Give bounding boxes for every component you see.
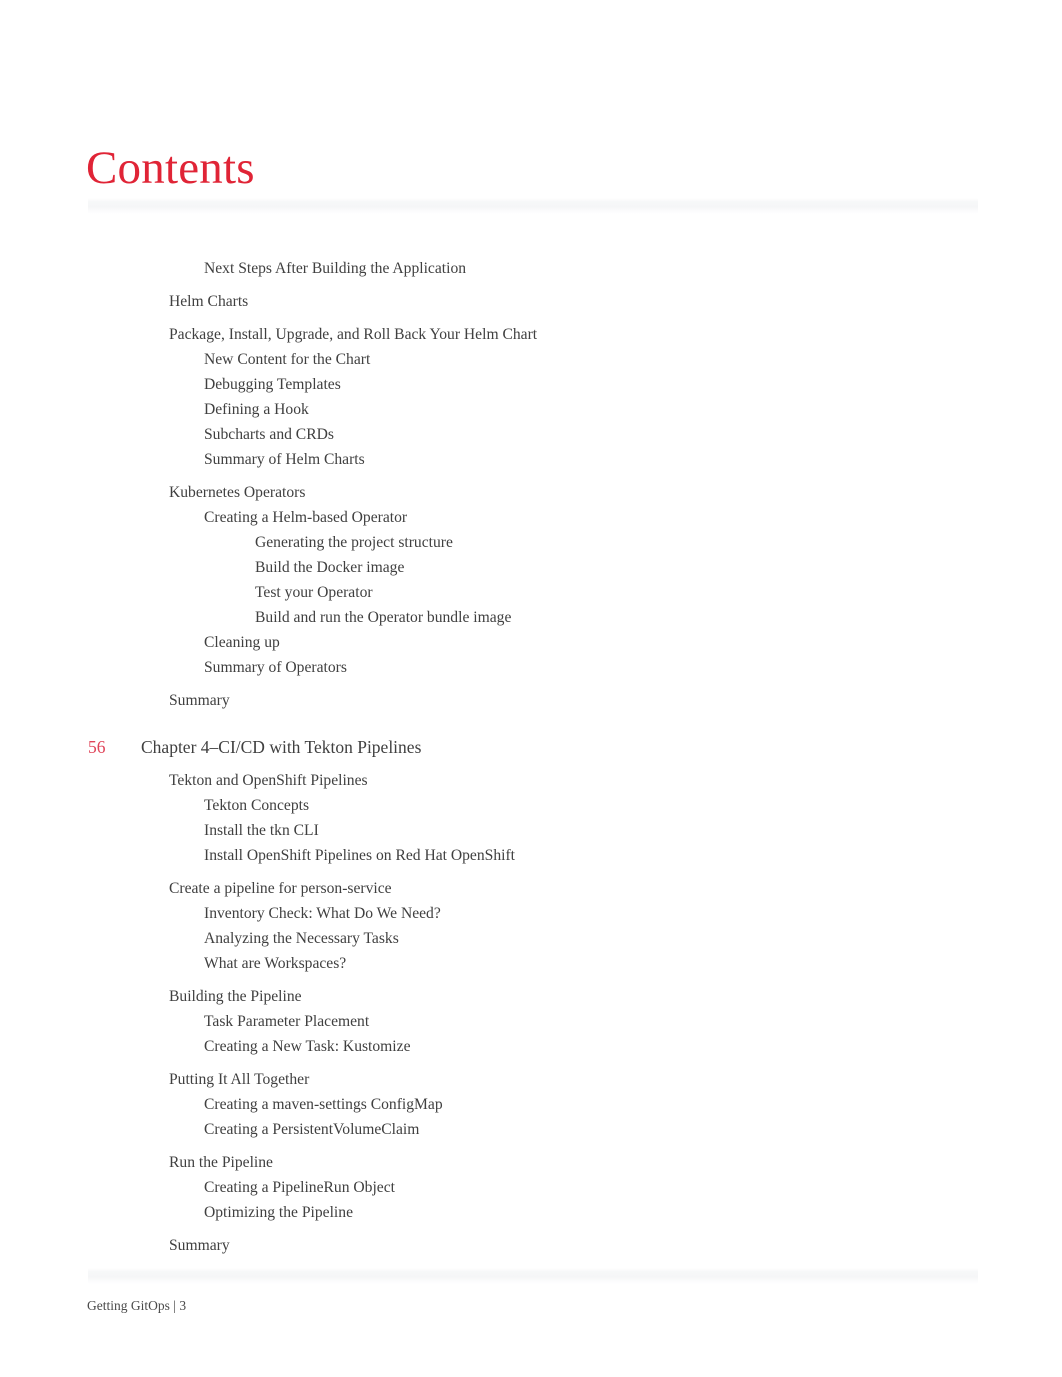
toc-entry-label: Create a pipeline for person-service xyxy=(169,880,392,897)
toc-entry-label: Inventory Check: What Do We Need? xyxy=(204,905,441,922)
toc-entry-label: Building the Pipeline xyxy=(169,988,302,1005)
toc-entry-ch4-0[interactable]: Tekton and OpenShift Pipelines xyxy=(0,768,1062,793)
toc-entry-ch3-11[interactable]: Build the Docker image xyxy=(0,555,1062,580)
toc-entry-label: Defining a Hook xyxy=(204,401,309,418)
page-footer: Getting GitOps | 3 xyxy=(87,1298,187,1313)
toc-section-chapter4: Tekton and OpenShift Pipelines Tekton Con… xyxy=(0,768,1062,1258)
toc-entry-label: Subcharts and CRDs xyxy=(204,426,334,443)
toc-entry-ch4-11[interactable]: Putting It All Together xyxy=(0,1067,1062,1092)
toc-entry-ch4-1[interactable]: Tekton Concepts xyxy=(0,793,1062,818)
toc-entry-label: Optimizing the Pipeline xyxy=(204,1204,353,1221)
toc-entry-ch4-9[interactable]: Task Parameter Placement xyxy=(0,1009,1062,1034)
toc-entry-ch3-5[interactable]: Defining a Hook xyxy=(0,397,1062,422)
toc-entry-label: Install the tkn CLI xyxy=(204,822,319,839)
toc-entry-label: Summary of Operators xyxy=(204,659,347,676)
toc-entry-label: Kubernetes Operators xyxy=(169,484,306,501)
toc-entry-label: Package, Install, Upgrade, and Roll Back… xyxy=(169,326,538,343)
toc-entry-label: Helm Charts xyxy=(169,293,249,310)
toc-entry-label: Summary xyxy=(169,692,230,709)
toc-entry-label: Test your Operator xyxy=(255,584,373,601)
toc-entry-label: Build and run the Operator bundle image xyxy=(255,609,512,626)
toc-entry-label: Build the Docker image xyxy=(255,559,405,576)
toc-entry-ch4-7[interactable]: What are Workspaces? xyxy=(0,951,1062,976)
toc-entry-label: Generating the project structure xyxy=(255,534,453,551)
page-title: Contents xyxy=(86,142,255,195)
toc-entry-ch3-7[interactable]: Summary of Helm Charts xyxy=(0,447,1062,472)
toc-entry-ch4-12[interactable]: Creating a maven-settings ConfigMap xyxy=(0,1092,1062,1117)
toc-entry-label: Creating a maven-settings ConfigMap xyxy=(204,1096,443,1113)
toc-entry-label: Next Steps After Building the Applicatio… xyxy=(204,260,467,277)
footer-divider xyxy=(88,1268,978,1284)
table-of-contents: Next Steps After Building the Applicatio… xyxy=(0,256,1062,1258)
toc-entry-label: Run the Pipeline xyxy=(169,1154,273,1171)
toc-entry-ch4-10[interactable]: Creating a New Task: Kustomize xyxy=(0,1034,1062,1059)
toc-entry-ch3-0[interactable]: Next Steps After Building the Applicatio… xyxy=(0,256,1062,281)
toc-entry-label: Task Parameter Placement xyxy=(204,1013,370,1030)
toc-entry-ch3-3[interactable]: New Content for the Chart xyxy=(0,347,1062,372)
toc-entry-ch4-15[interactable]: Creating a PipelineRun Object xyxy=(0,1175,1062,1200)
toc-entry-ch3-10[interactable]: Generating the project structure xyxy=(0,530,1062,555)
toc-entry-ch4-8[interactable]: Building the Pipeline xyxy=(0,984,1062,1009)
toc-entry-label: Analyzing the Necessary Tasks xyxy=(204,930,399,947)
chapter-page-number: 56 xyxy=(88,737,106,757)
toc-entry-label: Creating a PipelineRun Object xyxy=(204,1179,395,1196)
toc-entry-label: Debugging Templates xyxy=(204,376,341,393)
toc-entry-label: Summary of Helm Charts xyxy=(204,451,365,468)
toc-entry-label: Tekton Concepts xyxy=(204,797,310,814)
toc-entry-ch3-13[interactable]: Build and run the Operator bundle image xyxy=(0,605,1062,630)
toc-entry-ch4-5[interactable]: Inventory Check: What Do We Need? xyxy=(0,901,1062,926)
toc-entry-ch3-4[interactable]: Debugging Templates xyxy=(0,372,1062,397)
toc-entry-ch4-16[interactable]: Optimizing the Pipeline xyxy=(0,1200,1062,1225)
toc-entry-label: Cleaning up xyxy=(204,634,280,651)
toc-entry-ch3-8[interactable]: Kubernetes Operators xyxy=(0,480,1062,505)
document-page: Contents Next Steps After Building the A… xyxy=(0,0,1062,1377)
toc-entry-ch4-13[interactable]: Creating a PersistentVolumeClaim xyxy=(0,1117,1062,1142)
toc-entry-ch4-6[interactable]: Analyzing the Necessary Tasks xyxy=(0,926,1062,951)
toc-entry-ch3-2[interactable]: Package, Install, Upgrade, and Roll Back… xyxy=(0,322,1062,347)
toc-section-chapter3: Next Steps After Building the Applicatio… xyxy=(0,256,1062,713)
toc-entry-label: Creating a Helm-based Operator xyxy=(204,509,408,526)
toc-entry-ch4-2[interactable]: Install the tkn CLI xyxy=(0,818,1062,843)
toc-entry-ch3-9[interactable]: Creating a Helm-based Operator xyxy=(0,505,1062,530)
toc-entry-label: Creating a New Task: Kustomize xyxy=(204,1038,411,1055)
toc-entry-ch4-14[interactable]: Run the Pipeline xyxy=(0,1150,1062,1175)
toc-entry-ch4-4[interactable]: Create a pipeline for person-service xyxy=(0,876,1062,901)
toc-entry-ch3-15[interactable]: Summary of Operators xyxy=(0,655,1062,680)
toc-entry-label: Summary xyxy=(169,1237,230,1254)
toc-entry-ch4-17[interactable]: Summary xyxy=(0,1233,1062,1258)
toc-entry-ch3-6[interactable]: Subcharts and CRDs xyxy=(0,422,1062,447)
toc-entry-label: New Content for the Chart xyxy=(204,351,371,368)
toc-entry-ch3-1[interactable]: Helm Charts xyxy=(0,289,1062,314)
toc-entry-ch3-12[interactable]: Test your Operator xyxy=(0,580,1062,605)
toc-entry-label: Tekton and OpenShift Pipelines xyxy=(169,772,368,789)
toc-entry-label: Creating a PersistentVolumeClaim xyxy=(204,1121,420,1138)
toc-chapter-heading[interactable]: 56 Chapter 4–CI/CD with Tekton Pipelines xyxy=(0,732,1062,762)
toc-entry-ch4-3[interactable]: Install OpenShift Pipelines on Red Hat O… xyxy=(0,843,1062,868)
toc-entry-label: What are Workspaces? xyxy=(204,955,347,972)
toc-entry-ch3-14[interactable]: Cleaning up xyxy=(0,630,1062,655)
chapter-title: Chapter 4–CI/CD with Tekton Pipelines xyxy=(141,737,422,757)
toc-entry-label: Putting It All Together xyxy=(169,1071,310,1088)
header-divider xyxy=(88,198,978,214)
toc-entry-ch3-16[interactable]: Summary xyxy=(0,688,1062,713)
toc-entry-label: Install OpenShift Pipelines on Red Hat O… xyxy=(204,847,515,864)
